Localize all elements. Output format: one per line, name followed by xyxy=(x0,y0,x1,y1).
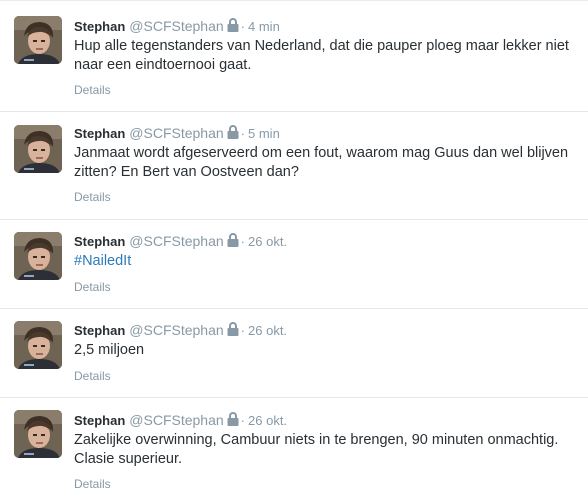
timestamp[interactable]: 4 min xyxy=(248,19,280,34)
tweet[interactable]: Stephan @SCFStephan · 26 okt. #NailedIt Det… xyxy=(0,220,588,309)
timestamp[interactable]: 26 okt. xyxy=(248,234,287,249)
tweet-text: #NailedIt xyxy=(74,252,574,271)
details-link[interactable]: Details xyxy=(74,83,111,97)
separator-dot: · xyxy=(240,126,246,141)
tweet[interactable]: Stephan @SCFStephan · 4 min Hup alle tegens… xyxy=(0,1,588,112)
lock-icon xyxy=(227,322,239,340)
tweet-header: Stephan @SCFStephan · 4 min xyxy=(74,18,280,34)
details-link[interactable]: Details xyxy=(74,190,111,204)
separator-dot: · xyxy=(240,19,246,34)
lock-icon xyxy=(227,125,239,143)
lock-icon xyxy=(227,18,239,36)
tweet-text: Hup alle tegenstanders van Nederland, da… xyxy=(74,38,569,73)
timestamp[interactable]: 26 okt. xyxy=(248,413,287,428)
avatar[interactable] xyxy=(14,410,62,458)
avatar[interactable] xyxy=(14,125,62,173)
separator-dot: · xyxy=(240,413,246,428)
tweet-text: 2,5 miljoen xyxy=(74,342,145,358)
details-link[interactable]: Details xyxy=(74,280,111,294)
tweet[interactable]: Stephan @SCFStephan · 26 okt. 2,5 miljoen D… xyxy=(0,309,588,398)
author-name[interactable]: Stephan xyxy=(74,323,125,338)
tweet-header: Stephan @SCFStephan · 26 okt. xyxy=(74,322,287,338)
tweet-text: Zakelijke overwinning, Cambuur niets in … xyxy=(74,432,559,467)
lock-icon xyxy=(227,233,239,251)
author-name[interactable]: Stephan xyxy=(74,126,125,141)
author-name[interactable]: Stephan xyxy=(74,234,125,249)
avatar[interactable] xyxy=(14,16,62,64)
author-handle[interactable]: @SCFStephan xyxy=(129,412,223,428)
tweet-header: Stephan @SCFStephan · 5 min xyxy=(74,125,280,141)
timestamp[interactable]: 26 okt. xyxy=(248,323,287,338)
author-handle[interactable]: @SCFStephan xyxy=(129,233,223,249)
author-handle[interactable]: @SCFStephan xyxy=(129,18,223,34)
timestamp[interactable]: 5 min xyxy=(248,126,280,141)
tweet-header: Stephan @SCFStephan · 26 okt. xyxy=(74,233,287,249)
author-handle[interactable]: @SCFStephan xyxy=(129,125,223,141)
author-handle[interactable]: @SCFStephan xyxy=(129,322,223,338)
lock-icon xyxy=(227,412,239,430)
author-name[interactable]: Stephan xyxy=(74,413,125,428)
details-link[interactable]: Details xyxy=(74,369,111,383)
tweet-header: Stephan @SCFStephan · 26 okt. xyxy=(74,412,287,428)
hashtag-link[interactable]: #NailedIt xyxy=(74,253,131,269)
author-name[interactable]: Stephan xyxy=(74,19,125,34)
tweet[interactable]: Stephan @SCFStephan · 5 min Janmaat wordt a… xyxy=(0,112,588,220)
details-link[interactable]: Details xyxy=(74,477,111,491)
separator-dot: · xyxy=(240,323,246,338)
tweet[interactable]: Stephan @SCFStephan · 26 okt. Zakelijke ove… xyxy=(0,398,588,503)
avatar[interactable] xyxy=(14,232,62,280)
tweet-feed: Stephan @SCFStephan · 4 min Hup alle tegens… xyxy=(0,0,588,503)
separator-dot: · xyxy=(240,234,246,249)
tweet-text: Janmaat wordt afgeserveerd om een fout, … xyxy=(74,145,569,180)
avatar[interactable] xyxy=(14,321,62,369)
